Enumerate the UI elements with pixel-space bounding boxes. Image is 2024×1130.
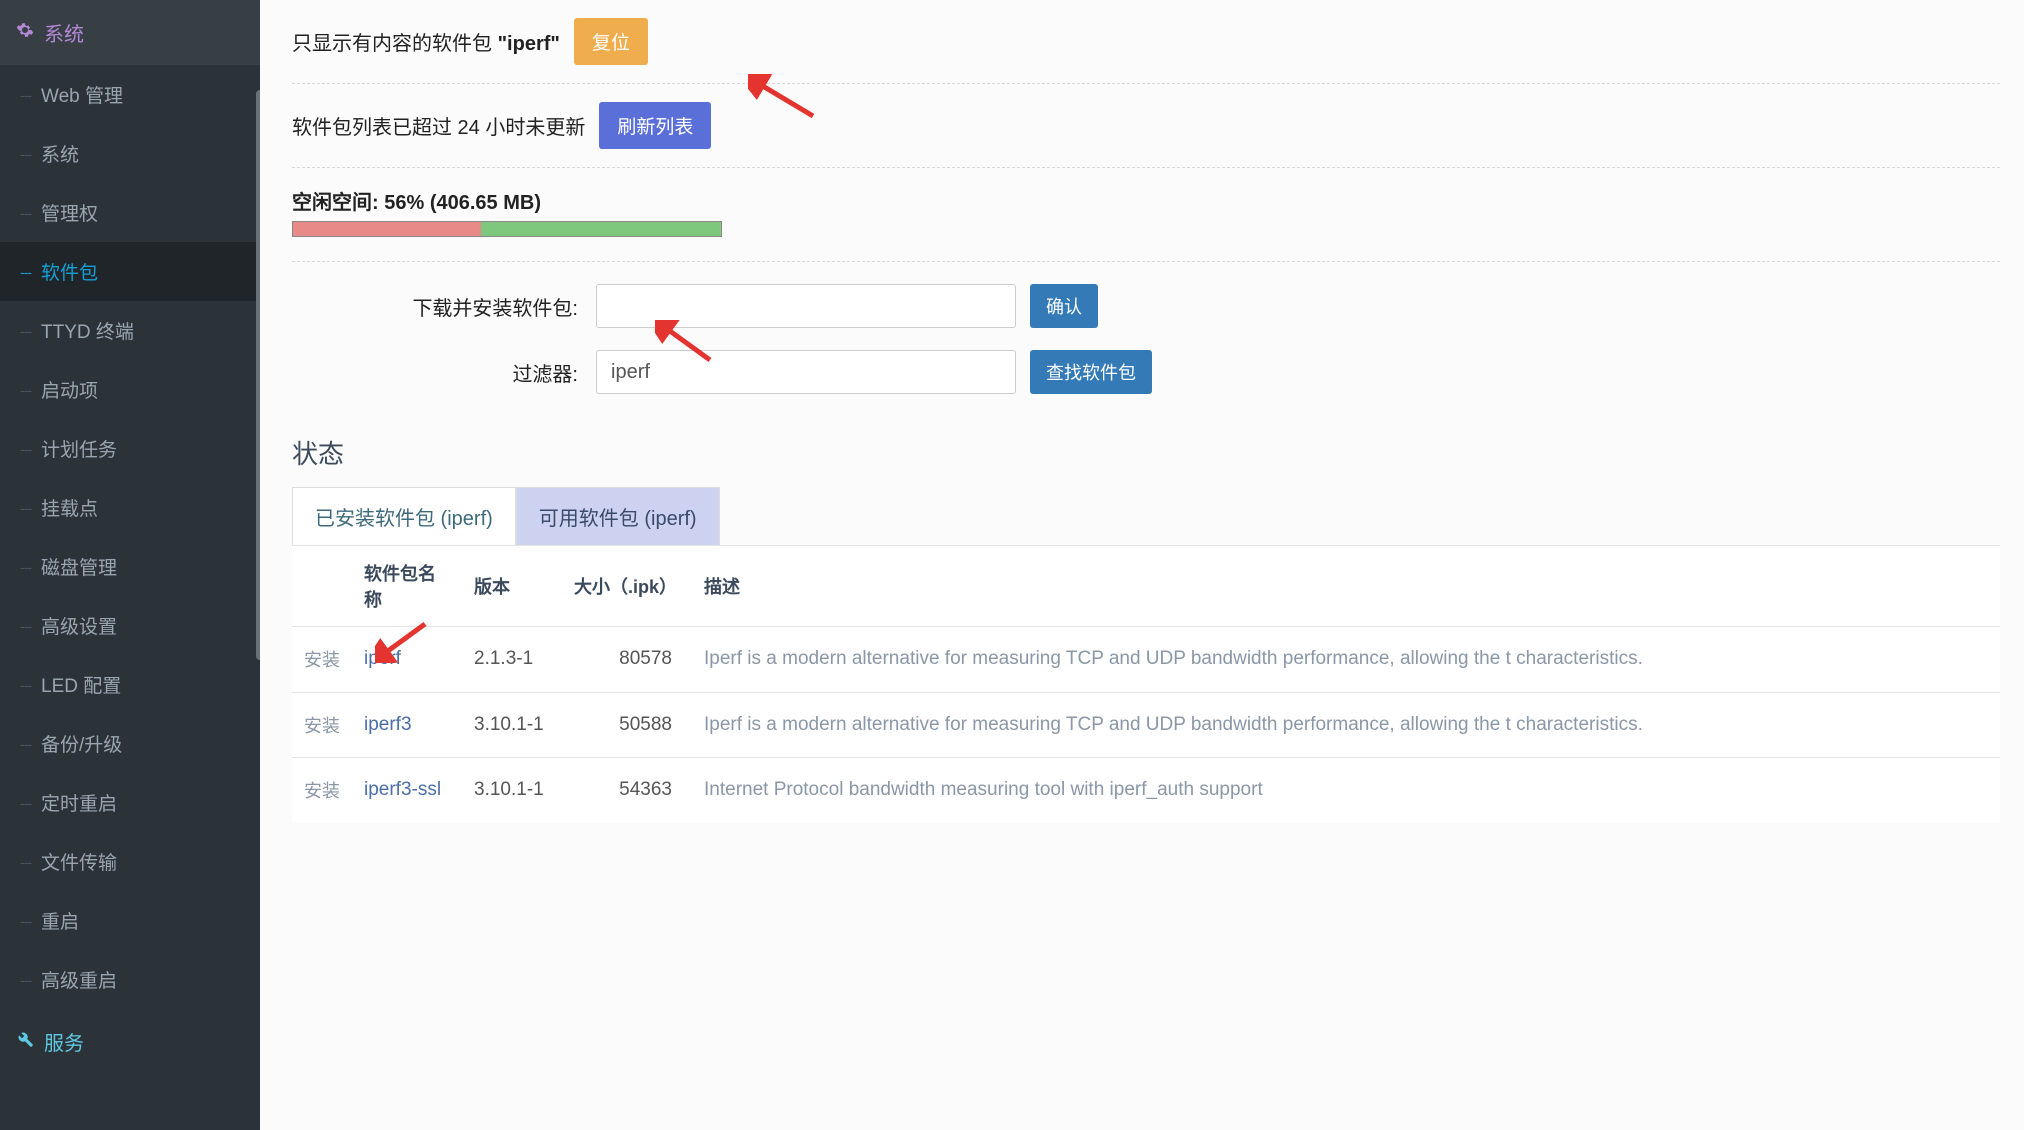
find-package-button[interactable]: 查找软件包 xyxy=(1030,350,1152,394)
status-heading: 状态 xyxy=(292,434,2000,471)
dash-icon: --- xyxy=(20,559,31,575)
sidebar-item-filetransfer[interactable]: ---文件传输 xyxy=(0,832,260,891)
pkg-version: 3.10.1-1 xyxy=(462,758,562,823)
sidebar-item-adv-reboot[interactable]: ---高级重启 xyxy=(0,950,260,1009)
sidebar-item-reboot[interactable]: ---重启 xyxy=(0,891,260,950)
dash-icon: --- xyxy=(20,500,31,516)
filter-input[interactable] xyxy=(596,350,1016,394)
dash-icon: --- xyxy=(20,795,31,811)
tab-available[interactable]: 可用软件包 (iperf) xyxy=(516,487,720,545)
dash-icon: --- xyxy=(20,972,31,988)
install-input[interactable] xyxy=(596,284,1016,328)
pkg-desc: Iperf is a modern alternative for measur… xyxy=(692,627,2000,693)
dash-icon: --- xyxy=(20,677,31,693)
th-size: 大小（.ipk） xyxy=(562,546,692,627)
sidebar-item-led[interactable]: ---LED 配置 xyxy=(0,655,260,714)
dash-icon: --- xyxy=(20,441,31,457)
sidebar-item-advanced[interactable]: ---高级设置 xyxy=(0,596,260,655)
install-link[interactable]: 安装 xyxy=(292,758,352,823)
install-row: 下载并安装软件包: 确认 xyxy=(292,284,2000,328)
sidebar-section-label: 系统 xyxy=(44,18,84,47)
dash-icon: --- xyxy=(20,264,31,280)
th-install xyxy=(292,546,352,627)
sidebar-section-services[interactable]: 服务 xyxy=(0,1009,260,1074)
pkg-name[interactable]: iperf3-ssl xyxy=(352,758,462,823)
sidebar-item-cron[interactable]: ---计划任务 xyxy=(0,419,260,478)
main-content: 只显示有内容的软件包 "iperf" 复位 软件包列表已超过 24 小时未更新 … xyxy=(260,0,2024,1130)
stale-notice-row: 软件包列表已超过 24 小时未更新 刷新列表 xyxy=(292,102,2000,168)
dash-icon: --- xyxy=(20,618,31,634)
divider xyxy=(292,261,2000,262)
dash-icon: --- xyxy=(20,913,31,929)
table-row: 安装iperf33.10.1-150588Iperf is a modern a… xyxy=(292,692,2000,758)
sidebar-item-startup[interactable]: ---启动项 xyxy=(0,360,260,419)
pkg-name[interactable]: iperf xyxy=(352,627,462,693)
dash-icon: --- xyxy=(20,205,31,221)
free-space-label: 空闲空间: 56% (406.65 MB) xyxy=(292,186,2000,215)
sidebar-item-system[interactable]: ---系统 xyxy=(0,124,260,183)
sidebar-item-admin[interactable]: ---管理权 xyxy=(0,183,260,242)
pkg-version: 2.1.3-1 xyxy=(462,627,562,693)
gear-icon xyxy=(16,21,34,45)
dash-icon: --- xyxy=(20,87,31,103)
tabs: 已安装软件包 (iperf) 可用软件包 (iperf) xyxy=(292,487,2000,545)
table-row: 安装iperf3-ssl3.10.1-154363Internet Protoc… xyxy=(292,758,2000,823)
sidebar-item-software[interactable]: ---软件包 xyxy=(0,242,260,301)
sidebar-item-web-admin[interactable]: ---Web 管理 xyxy=(0,65,260,124)
package-table: 软件包名称 版本 大小（.ipk） 描述 安装iperf2.1.3-180578… xyxy=(292,545,2000,823)
sidebar-item-mounts[interactable]: ---挂载点 xyxy=(0,478,260,537)
free-segment xyxy=(481,222,721,236)
dash-icon: --- xyxy=(20,323,31,339)
dash-icon: --- xyxy=(20,146,31,162)
sidebar-section-system[interactable]: 系统 xyxy=(0,0,260,65)
pkg-name[interactable]: iperf3 xyxy=(352,692,462,758)
reset-button[interactable]: 复位 xyxy=(574,18,648,65)
install-label: 下载并安装软件包: xyxy=(292,292,582,321)
table-row: 安装iperf2.1.3-180578Iperf is a modern alt… xyxy=(292,627,2000,693)
free-space-block: 空闲空间: 56% (406.65 MB) xyxy=(292,186,2000,237)
pkg-desc: Internet Protocol bandwidth measuring to… xyxy=(692,758,2000,823)
wrench-icon xyxy=(16,1030,34,1054)
th-name: 软件包名称 xyxy=(352,546,462,627)
used-segment xyxy=(293,222,481,236)
th-desc: 描述 xyxy=(692,546,2000,627)
pkg-desc: Iperf is a modern alternative for measur… xyxy=(692,692,2000,758)
table-header-row: 软件包名称 版本 大小（.ipk） 描述 xyxy=(292,546,2000,627)
dash-icon: --- xyxy=(20,736,31,752)
th-version: 版本 xyxy=(462,546,562,627)
dash-icon: --- xyxy=(20,382,31,398)
filter-notice-row: 只显示有内容的软件包 "iperf" 复位 xyxy=(292,18,2000,84)
install-link[interactable]: 安装 xyxy=(292,692,352,758)
filter-notice-text: 只显示有内容的软件包 "iperf" xyxy=(292,27,560,56)
tab-installed[interactable]: 已安装软件包 (iperf) xyxy=(292,487,516,545)
install-link[interactable]: 安装 xyxy=(292,627,352,693)
sidebar-item-disk[interactable]: ---磁盘管理 xyxy=(0,537,260,596)
stale-notice-text: 软件包列表已超过 24 小时未更新 xyxy=(292,111,585,140)
free-space-bar xyxy=(292,221,722,237)
pkg-size: 54363 xyxy=(562,758,692,823)
pkg-size: 80578 xyxy=(562,627,692,693)
pkg-version: 3.10.1-1 xyxy=(462,692,562,758)
sidebar-item-backup[interactable]: ---备份/升级 xyxy=(0,714,260,773)
sidebar-item-scheduled-reboot[interactable]: ---定时重启 xyxy=(0,773,260,832)
filter-label: 过滤器: xyxy=(292,358,582,387)
dash-icon: --- xyxy=(20,854,31,870)
sidebar-item-ttyd[interactable]: ---TTYD 终端 xyxy=(0,301,260,360)
refresh-list-button[interactable]: 刷新列表 xyxy=(599,102,711,149)
confirm-button[interactable]: 确认 xyxy=(1030,284,1098,328)
sidebar-section-label: 服务 xyxy=(44,1027,84,1056)
pkg-size: 50588 xyxy=(562,692,692,758)
filter-row: 过滤器: 查找软件包 xyxy=(292,350,2000,394)
sidebar: 系统 ---Web 管理 ---系统 ---管理权 ---软件包 ---TTYD… xyxy=(0,0,260,1130)
